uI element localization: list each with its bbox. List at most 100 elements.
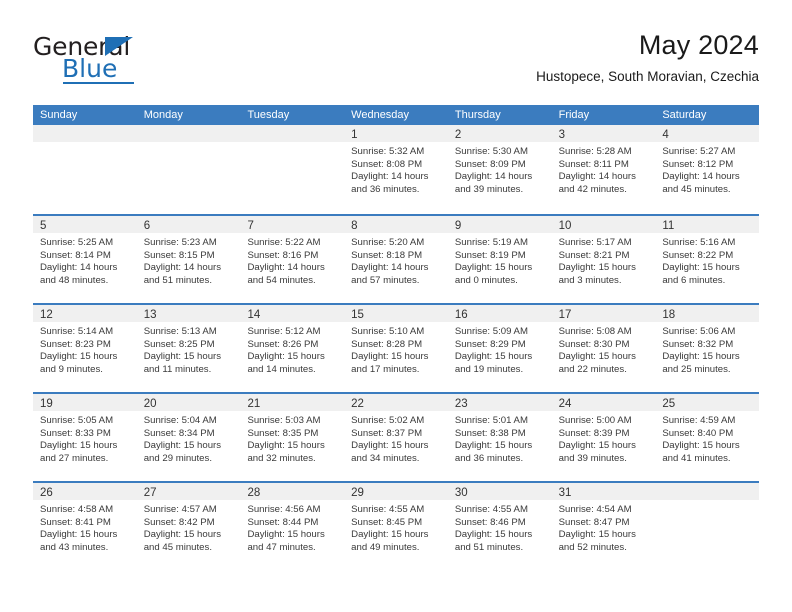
calendar-day-cell[interactable]: 3 Sunrise: 5:28 AM Sunset: 8:11 PM Daylight… [551, 125, 656, 214]
sunset-text: Sunset: 8:22 PM [662, 249, 734, 261]
day-number-band: 27 [136, 483, 241, 500]
calendar-day-cell[interactable]: 26 Sunrise: 4:58 AM Sunset: 8:41 PM Dayligh… [33, 483, 137, 570]
day-number-band: 28 [240, 483, 345, 500]
calendar-day-cell-empty [136, 125, 241, 214]
daylight-text-line1: Daylight: 15 hours [454, 351, 533, 363]
sunset-text: Sunset: 8:21 PM [558, 249, 630, 261]
calendar-day-cell[interactable]: 31 Sunrise: 4:54 AM Sunset: 8:47 PM Dayligh… [551, 483, 656, 570]
calendar-day-cell[interactable]: 16 Sunrise: 5:09 AM Sunset: 8:29 PM Dayligh… [447, 305, 552, 392]
sunrise-text: Sunrise: 4:58 AM [40, 504, 114, 515]
calendar-day-cell[interactable]: 4 Sunrise: 5:27 AM Sunset: 8:12 PM Daylight… [655, 125, 760, 214]
calendar-day-cell-empty [240, 125, 345, 214]
day-number-band [33, 125, 137, 142]
day-number: 18 [662, 309, 676, 321]
sunrise-text: Sunrise: 5:32 AM [351, 146, 425, 157]
calendar-day-cell[interactable]: 17 Sunrise: 5:08 AM Sunset: 8:30 PM Dayligh… [551, 305, 656, 392]
day-details: Sunrise: 5:20 AM Sunset: 8:18 PM Daylight:… [344, 233, 448, 287]
sunrise-text: Sunrise: 5:06 AM [662, 326, 736, 337]
calendar-day-cell[interactable]: 15 Sunrise: 5:10 AM Sunset: 8:28 PM Dayligh… [344, 305, 448, 392]
day-number-band: 3 [551, 125, 656, 142]
calendar-grid: Sunday Monday Tuesday Wednesday Thursday Frid… [33, 105, 760, 570]
calendar-week-row: 1 Sunrise: 5:32 AM Sunset: 8:08 PM Daylight… [33, 125, 760, 214]
day-number: 2 [454, 129, 462, 141]
calendar-day-cell[interactable]: 27 Sunrise: 4:57 AM Sunset: 8:42 PM Dayligh… [136, 483, 241, 570]
sunset-text: Sunset: 8:40 PM [662, 427, 734, 439]
daylight-text-line2: and 9 minutes. [40, 363, 103, 375]
calendar-day-cell[interactable]: 20 Sunrise: 5:04 AM Sunset: 8:34 PM Dayligh… [136, 394, 241, 481]
sunrise-text: Sunrise: 5:09 AM [454, 326, 528, 337]
sunrise-text: Sunrise: 5:22 AM [247, 237, 321, 248]
calendar-day-cell[interactable]: 11 Sunrise: 5:16 AM Sunset: 8:22 PM Dayligh… [655, 216, 760, 303]
daylight-text-line1: Daylight: 15 hours [247, 351, 325, 363]
sunrise-text: Sunrise: 4:54 AM [558, 504, 632, 515]
calendar-day-cell[interactable]: 7 Sunrise: 5:22 AM Sunset: 8:16 PM Daylight… [240, 216, 345, 303]
sunset-text: Sunset: 8:09 PM [454, 158, 526, 170]
calendar-week-row: 19 Sunrise: 5:05 AM Sunset: 8:33 PM Dayligh… [33, 392, 760, 481]
daylight-text-line2: and 34 minutes. [351, 452, 420, 464]
day-number: 29 [351, 487, 364, 499]
daylight-text-line2: and 49 minutes. [351, 541, 420, 553]
calendar-day-cell[interactable]: 29 Sunrise: 4:55 AM Sunset: 8:45 PM Dayligh… [344, 483, 448, 570]
calendar-day-cell[interactable]: 2 Sunrise: 5:30 AM Sunset: 8:09 PM Daylight… [447, 125, 552, 214]
daylight-text-line2: and 19 minutes. [454, 363, 524, 375]
sunset-text: Sunset: 8:28 PM [351, 338, 423, 350]
calendar-day-cell[interactable]: 10 Sunrise: 5:17 AM Sunset: 8:21 PM Dayligh… [551, 216, 656, 303]
calendar-day-cell[interactable]: 30 Sunrise: 4:55 AM Sunset: 8:46 PM Dayligh… [447, 483, 552, 570]
calendar-day-cell[interactable]: 6 Sunrise: 5:23 AM Sunset: 8:15 PM Daylight… [136, 216, 241, 303]
daylight-text-line2: and 32 minutes. [247, 452, 316, 464]
sunrise-text: Sunrise: 5:30 AM [454, 146, 528, 157]
sunset-text: Sunset: 8:46 PM [454, 516, 526, 528]
sunrise-text: Sunrise: 5:08 AM [558, 326, 632, 337]
calendar-day-cell[interactable]: 22 Sunrise: 5:02 AM Sunset: 8:37 PM Dayligh… [344, 394, 448, 481]
day-details: Sunrise: 5:10 AM Sunset: 8:28 PM Daylight:… [344, 322, 448, 376]
day-number-band: 19 [33, 394, 137, 411]
day-details: Sunrise: 5:03 AM Sunset: 8:35 PM Daylight:… [240, 411, 344, 465]
calendar-day-cell[interactable]: 13 Sunrise: 5:13 AM Sunset: 8:25 PM Dayligh… [136, 305, 241, 392]
calendar-day-cell[interactable]: 19 Sunrise: 5:05 AM Sunset: 8:33 PM Dayligh… [33, 394, 137, 481]
sunrise-text: Sunrise: 5:23 AM [143, 237, 217, 248]
day-number: 7 [247, 220, 254, 232]
calendar-day-cell[interactable]: 12 Sunrise: 5:14 AM Sunset: 8:23 PM Dayligh… [33, 305, 137, 392]
weekday-header-saturday: Saturday [662, 109, 707, 121]
calendar-day-cell[interactable]: 5 Sunrise: 5:25 AM Sunset: 8:14 PM Daylight… [33, 216, 137, 303]
daylight-text-line2: and 25 minutes. [662, 363, 731, 375]
calendar-day-cell[interactable]: 14 Sunrise: 5:12 AM Sunset: 8:26 PM Dayligh… [240, 305, 345, 392]
calendar-page: General Blue May 2024 Hustopece, South M… [0, 0, 792, 612]
day-number: 20 [143, 398, 157, 410]
sunrise-text: Sunrise: 5:16 AM [662, 237, 736, 248]
day-number: 17 [558, 309, 572, 321]
calendar-day-cell[interactable]: 18 Sunrise: 5:06 AM Sunset: 8:32 PM Dayligh… [655, 305, 760, 392]
calendar-day-cell[interactable]: 8 Sunrise: 5:20 AM Sunset: 8:18 PM Daylight… [344, 216, 448, 303]
calendar-day-cell[interactable]: 24 Sunrise: 5:00 AM Sunset: 8:39 PM Dayligh… [551, 394, 656, 481]
day-details: Sunrise: 5:25 AM Sunset: 8:14 PM Daylight:… [33, 233, 137, 287]
calendar-day-cell[interactable]: 1 Sunrise: 5:32 AM Sunset: 8:08 PM Daylight… [344, 125, 448, 214]
day-number-band: 26 [33, 483, 137, 500]
day-details: Sunrise: 5:19 AM Sunset: 8:19 PM Daylight:… [448, 233, 552, 287]
calendar-day-cell[interactable]: 23 Sunrise: 5:01 AM Sunset: 8:38 PM Dayligh… [447, 394, 552, 481]
calendar-day-cell[interactable]: 25 Sunrise: 4:59 AM Sunset: 8:40 PM Dayligh… [655, 394, 760, 481]
sunset-text: Sunset: 8:39 PM [558, 427, 630, 439]
calendar-day-cell[interactable]: 28 Sunrise: 4:56 AM Sunset: 8:44 PM Dayligh… [240, 483, 345, 570]
day-number: 5 [40, 220, 47, 232]
day-details: Sunrise: 5:32 AM Sunset: 8:08 PM Daylight:… [344, 142, 448, 196]
daylight-text-line1: Daylight: 14 hours [454, 171, 533, 183]
calendar-day-cell[interactable]: 21 Sunrise: 5:03 AM Sunset: 8:35 PM Dayligh… [240, 394, 345, 481]
day-details: Sunrise: 5:12 AM Sunset: 8:26 PM Daylight:… [240, 322, 344, 376]
daylight-text-line2: and 17 minutes. [351, 363, 420, 375]
day-number-band: 24 [551, 394, 656, 411]
sunset-text: Sunset: 8:37 PM [351, 427, 423, 439]
calendar-day-cell[interactable]: 9 Sunrise: 5:19 AM Sunset: 8:19 PM Daylight… [447, 216, 552, 303]
sunset-text: Sunset: 8:16 PM [247, 249, 319, 261]
day-number-band: 20 [136, 394, 241, 411]
day-details: Sunrise: 5:23 AM Sunset: 8:15 PM Daylight:… [137, 233, 241, 287]
daylight-text-line1: Daylight: 14 hours [247, 262, 325, 274]
daylight-text-line2: and 36 minutes. [351, 183, 420, 195]
daylight-text-line2: and 54 minutes. [247, 274, 316, 286]
weekday-header-row: Sunday Monday Tuesday Wednesday Thursday Frid… [33, 105, 759, 125]
day-number: 21 [247, 398, 261, 410]
sunrise-text: Sunrise: 5:03 AM [247, 415, 321, 426]
sunset-text: Sunset: 8:26 PM [247, 338, 319, 350]
daylight-text-line2: and 14 minutes. [247, 363, 316, 375]
day-number: 11 [662, 220, 675, 232]
daylight-text-line1: Daylight: 15 hours [351, 440, 429, 452]
